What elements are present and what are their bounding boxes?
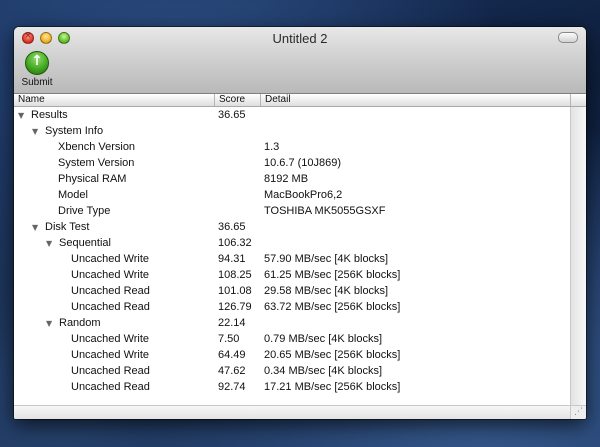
title-bar[interactable]: × Untitled 2 ↑ Submit — [14, 27, 586, 94]
table-row[interactable]: Physical RAM 8192 MB — [14, 171, 571, 187]
table-row[interactable]: Uncached Write 7.50 0.79 MB/sec [4K bloc… — [14, 331, 571, 347]
row-detail: 29.58 MB/sec [4K blocks] — [264, 285, 389, 297]
row-name-cell: ▼ System Info — [14, 123, 232, 140]
table-row[interactable]: Uncached Write 64.49 20.65 MB/sec [256K … — [14, 347, 571, 363]
row-name: System Version — [58, 157, 135, 169]
column-header-name[interactable]: Name — [14, 94, 215, 106]
table-row[interactable]: ▼ Random 22.14 — [14, 315, 571, 331]
row-score: 64.49 — [218, 349, 246, 361]
row-detail: 17.21 MB/sec [256K blocks] — [264, 381, 401, 393]
toolbar-toggle-button[interactable] — [558, 32, 578, 43]
submit-button[interactable]: ↑ Submit — [20, 51, 54, 88]
table-body: ▼ Results 36.65 ▼ System Info Xbench Versi… — [14, 107, 571, 395]
row-name: Sequential — [59, 237, 111, 249]
row-detail: 20.65 MB/sec [256K blocks] — [264, 349, 401, 361]
table-row[interactable]: ▼ Results 36.65 — [14, 107, 571, 123]
row-score: 101.08 — [218, 285, 252, 297]
results-table: Name Score Detail ▼ Results 36.65 ▼ System… — [14, 94, 586, 419]
row-detail: MacBookPro6,2 — [264, 189, 343, 201]
column-header-detail[interactable]: Detail — [261, 94, 571, 106]
disclosure-triangle-icon[interactable]: ▼ — [32, 124, 41, 140]
row-name: Physical RAM — [58, 173, 127, 185]
table-row[interactable]: Uncached Write 108.25 61.25 MB/sec [256K… — [14, 267, 571, 283]
row-name-cell: ▼ Sequential — [14, 235, 246, 252]
row-detail: TOSHIBA MK5055GSXF — [264, 205, 386, 217]
row-score: 108.25 — [218, 269, 252, 281]
table-row[interactable]: Uncached Write 94.31 57.90 MB/sec [4K bl… — [14, 251, 571, 267]
xbench-window: × Untitled 2 ↑ Submit Name Score Detail … — [14, 27, 586, 419]
row-detail: 61.25 MB/sec [256K blocks] — [264, 269, 401, 281]
disclosure-triangle-icon[interactable]: ▼ — [18, 108, 27, 124]
row-detail: 1.3 — [264, 141, 280, 153]
submit-label: Submit — [21, 77, 53, 88]
table-row[interactable]: Uncached Read 101.08 29.58 MB/sec [4K bl… — [14, 283, 571, 299]
vertical-scrollbar[interactable] — [570, 107, 586, 406]
row-detail: 0.34 MB/sec [4K blocks] — [264, 365, 382, 377]
table-row[interactable]: System Version 10.6.7 (10J869) — [14, 155, 571, 171]
table-row[interactable]: Uncached Read 92.74 17.21 MB/sec [256K b… — [14, 379, 571, 395]
row-score: 94.31 — [218, 253, 246, 265]
table-header: Name Score Detail — [14, 94, 586, 107]
row-name-cell: ▼ Disk Test — [14, 219, 232, 236]
disclosure-triangle-icon[interactable]: ▼ — [32, 220, 41, 236]
row-detail: 63.72 MB/sec [256K blocks] — [264, 301, 401, 313]
row-score: 36.65 — [218, 221, 246, 233]
horizontal-scrollbar[interactable] — [14, 405, 571, 419]
row-detail: 8192 MB — [264, 173, 309, 185]
row-detail: 57.90 MB/sec [4K blocks] — [264, 253, 389, 265]
resize-grip-icon[interactable]: ⋰ — [570, 405, 586, 419]
row-score: 7.50 — [218, 333, 240, 345]
row-score: 36.65 — [218, 109, 246, 121]
table-row[interactable]: Uncached Read 47.62 0.34 MB/sec [4K bloc… — [14, 363, 571, 379]
table-row[interactable]: ▼ Disk Test 36.65 — [14, 219, 571, 235]
row-score: 106.32 — [218, 237, 252, 249]
row-score: 47.62 — [218, 365, 246, 377]
row-name: System Info — [45, 125, 104, 137]
column-header-score[interactable]: Score — [215, 94, 261, 106]
row-name: Random — [59, 317, 101, 329]
row-name: Model — [58, 189, 88, 201]
table-row[interactable]: Xbench Version 1.3 — [14, 139, 571, 155]
table-row[interactable]: ▼ System Info — [14, 123, 571, 139]
row-name: Disk Test — [45, 221, 90, 233]
table-row[interactable]: Model MacBookPro6,2 — [14, 187, 571, 203]
table-row[interactable]: ▼ Sequential 106.32 — [14, 235, 571, 251]
row-name: Results — [31, 109, 68, 121]
row-score: 126.79 — [218, 301, 252, 313]
table-row[interactable]: Drive Type TOSHIBA MK5055GSXF — [14, 203, 571, 219]
table-row[interactable]: Uncached Read 126.79 63.72 MB/sec [256K … — [14, 299, 571, 315]
row-detail: 10.6.7 (10J869) — [264, 157, 342, 169]
row-name-cell: ▼ Random — [14, 315, 246, 332]
window-title: Untitled 2 — [272, 31, 328, 46]
row-score: 92.74 — [218, 381, 246, 393]
upload-arrow-icon: ↑ — [25, 51, 49, 75]
row-detail: 0.79 MB/sec [4K blocks] — [264, 333, 382, 345]
row-name: Xbench Version — [58, 141, 136, 153]
row-score: 22.14 — [218, 317, 246, 329]
disclosure-triangle-icon[interactable]: ▼ — [46, 236, 55, 252]
row-name-cell: ▼ Results — [14, 107, 218, 124]
disclosure-triangle-icon[interactable]: ▼ — [46, 316, 55, 332]
row-name: Drive Type — [58, 205, 111, 217]
